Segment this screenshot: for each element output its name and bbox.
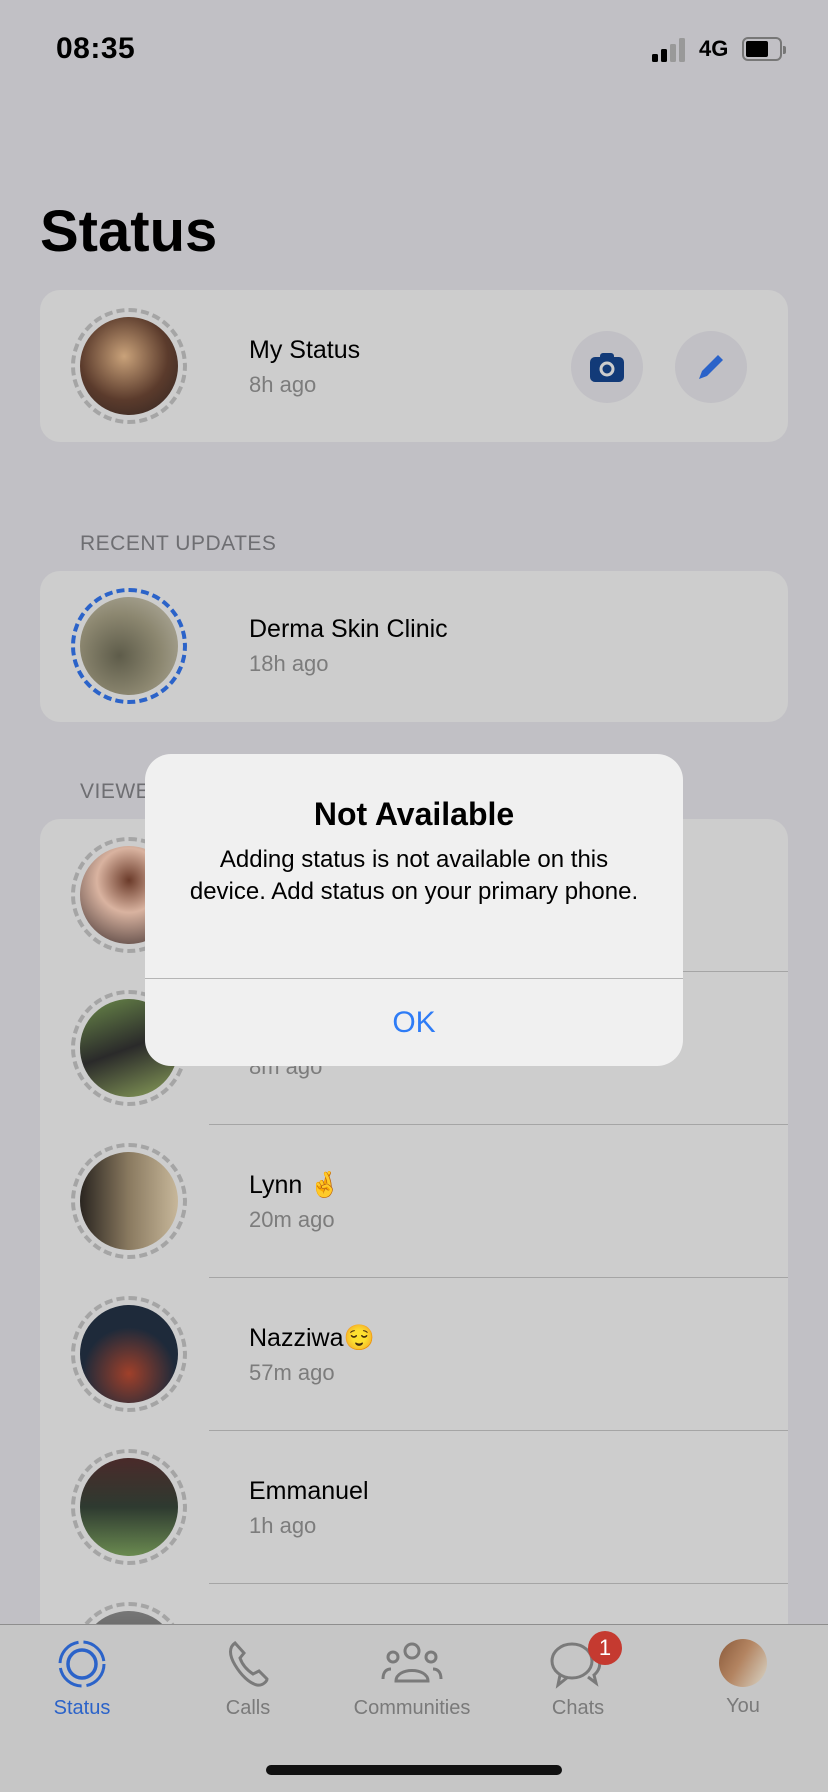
tab-label: Status bbox=[53, 1697, 111, 1719]
alert-message: Adding status is not available on this d… bbox=[189, 846, 639, 905]
contact-name: Derma Skin Clinic bbox=[249, 615, 448, 643]
status-time: 57m ago bbox=[249, 1360, 335, 1385]
avatar[interactable] bbox=[71, 588, 187, 704]
my-status-avatar[interactable] bbox=[71, 308, 187, 424]
status-time: 1h ago bbox=[249, 1513, 317, 1538]
alert-dialog: Not Available Adding status is not avail… bbox=[145, 754, 683, 1066]
tab-you[interactable]: You bbox=[673, 1639, 813, 1718]
profile-avatar bbox=[719, 1639, 767, 1687]
my-status-time: 8h ago bbox=[249, 372, 317, 397]
tab-label: Chats bbox=[551, 1697, 605, 1719]
tab-label: Communities bbox=[353, 1697, 471, 1719]
alert-title: Not Available bbox=[313, 796, 515, 832]
recent-updates-header: RECENT UPDATES bbox=[80, 532, 277, 555]
page-title: Status bbox=[40, 199, 218, 264]
battery-icon bbox=[742, 37, 786, 61]
camera-button[interactable] bbox=[571, 331, 643, 403]
avatar[interactable] bbox=[71, 1143, 187, 1259]
status-icon bbox=[58, 1640, 106, 1688]
avatar[interactable] bbox=[71, 1296, 187, 1412]
tab-label: Calls bbox=[225, 1697, 271, 1719]
ok-button[interactable]: OK bbox=[145, 979, 683, 1066]
tab-status[interactable]: Status bbox=[12, 1639, 152, 1720]
tab-label: You bbox=[726, 1695, 760, 1717]
contact-name: Lynn 🤞 bbox=[249, 1171, 341, 1199]
status-time: 20m ago bbox=[249, 1207, 335, 1232]
list-item[interactable]: Lynn 🤞 20m ago bbox=[40, 1125, 788, 1278]
contact-name: Nazziwa😌 bbox=[249, 1324, 375, 1352]
communities-icon bbox=[381, 1642, 443, 1683]
tab-calls[interactable]: Calls bbox=[178, 1639, 318, 1720]
list-item[interactable]: Emmanuel 1h ago bbox=[40, 1431, 788, 1584]
network-type: 4G bbox=[699, 36, 729, 61]
phone-icon bbox=[229, 1641, 269, 1687]
tab-chats[interactable]: 1 Chats bbox=[508, 1631, 648, 1720]
edit-text-status-button[interactable] bbox=[675, 331, 747, 403]
status-time: 18h ago bbox=[249, 651, 329, 676]
pencil-icon bbox=[699, 355, 723, 379]
camera-icon bbox=[590, 353, 624, 382]
avatar[interactable] bbox=[71, 1449, 187, 1565]
contact-name: Emmanuel bbox=[249, 1477, 369, 1505]
list-item[interactable]: Nazziwa😌 57m ago bbox=[40, 1278, 788, 1431]
signal-icon bbox=[652, 38, 690, 62]
recent-updates-card: Derma Skin Clinic 18h ago bbox=[40, 571, 788, 722]
tab-communities[interactable]: Communities bbox=[342, 1639, 482, 1720]
my-status-card[interactable]: My Status 8h ago bbox=[40, 290, 788, 442]
status-bar-time: 08:35 bbox=[56, 32, 136, 65]
my-status-name: My Status bbox=[249, 336, 361, 364]
home-indicator[interactable] bbox=[266, 1765, 562, 1775]
unread-badge: 1 bbox=[588, 1631, 622, 1665]
